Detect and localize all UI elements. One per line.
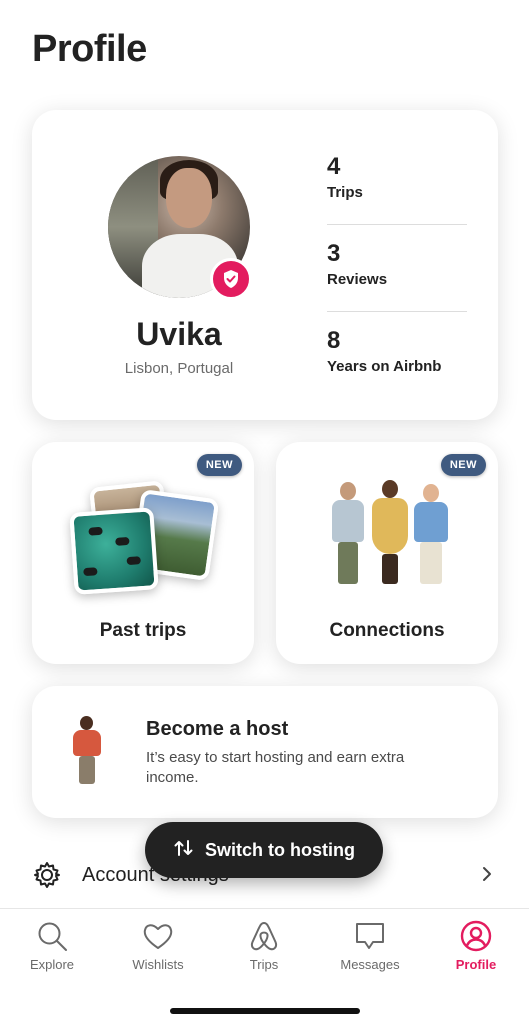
switch-arrows-icon xyxy=(173,837,195,864)
chevron-right-icon xyxy=(482,866,492,887)
stat-years: 8 Years on Airbnb xyxy=(327,326,467,399)
tab-label: Trips xyxy=(249,957,279,972)
switch-label: Switch to hosting xyxy=(205,839,355,860)
trip-photo xyxy=(69,507,159,595)
tab-label: Explore xyxy=(29,957,75,972)
stat-value: 8 xyxy=(327,327,341,354)
stat-label: Trips xyxy=(327,184,363,201)
profile-stats: 4 Trips 3 Reviews 8 Years on Airbnb xyxy=(327,152,467,399)
search-icon xyxy=(7,919,97,953)
tab-wishlists[interactable]: Wishlists xyxy=(113,919,203,972)
tab-label: Messages xyxy=(340,957,400,972)
stat-label: Years on Airbnb xyxy=(327,358,442,375)
profile-icon xyxy=(431,919,521,953)
new-badge: NEW xyxy=(440,454,486,476)
profile-card[interactable]: Uvika Lisbon, Portugal 4 Trips 3 Reviews… xyxy=(32,110,498,420)
tab-profile[interactable]: Profile xyxy=(431,919,521,972)
host-title: Become a host xyxy=(146,718,289,740)
connections-label: Connections xyxy=(329,620,445,641)
person-figure xyxy=(368,480,412,592)
stat-trips: 4 Trips xyxy=(327,152,467,225)
airbnb-logo-icon xyxy=(219,919,309,953)
tab-explore[interactable]: Explore xyxy=(7,919,97,972)
connections-tile[interactable]: NEW Connections xyxy=(276,442,498,664)
person-figure xyxy=(410,484,452,592)
verified-shield-icon xyxy=(210,258,252,300)
switch-to-hosting-button[interactable]: Switch to hosting xyxy=(145,822,383,878)
stat-label: Reviews xyxy=(327,271,388,288)
past-trips-label: Past trips xyxy=(99,620,187,641)
become-host-card[interactable]: Become a host It’s easy to start hosting… xyxy=(32,686,498,818)
message-icon xyxy=(325,919,415,953)
page-title: Profile xyxy=(32,28,147,70)
tab-messages[interactable]: Messages xyxy=(325,919,415,972)
user-location: Lisbon, Portugal xyxy=(124,360,234,377)
bottom-tab-bar: Explore Wishlists Trips Messages Profile xyxy=(0,908,529,1024)
heart-icon xyxy=(113,919,203,953)
person-figure xyxy=(328,482,368,592)
home-indicator[interactable] xyxy=(170,1008,360,1014)
stat-value: 3 xyxy=(327,240,341,267)
new-badge: NEW xyxy=(196,454,242,476)
avatar[interactable] xyxy=(108,156,252,300)
stat-reviews: 3 Reviews xyxy=(327,239,467,312)
tab-label: Profile xyxy=(455,957,497,972)
past-trips-tile[interactable]: NEW Past trips xyxy=(32,442,254,664)
stat-value: 4 xyxy=(327,153,341,180)
host-description: It’s easy to start hosting and earn extr… xyxy=(146,749,405,786)
tab-label: Wishlists xyxy=(132,957,184,972)
tab-trips[interactable]: Trips xyxy=(219,919,309,972)
host-figure xyxy=(70,716,104,786)
user-name: Uvika xyxy=(136,316,222,352)
gear-icon xyxy=(32,860,62,895)
